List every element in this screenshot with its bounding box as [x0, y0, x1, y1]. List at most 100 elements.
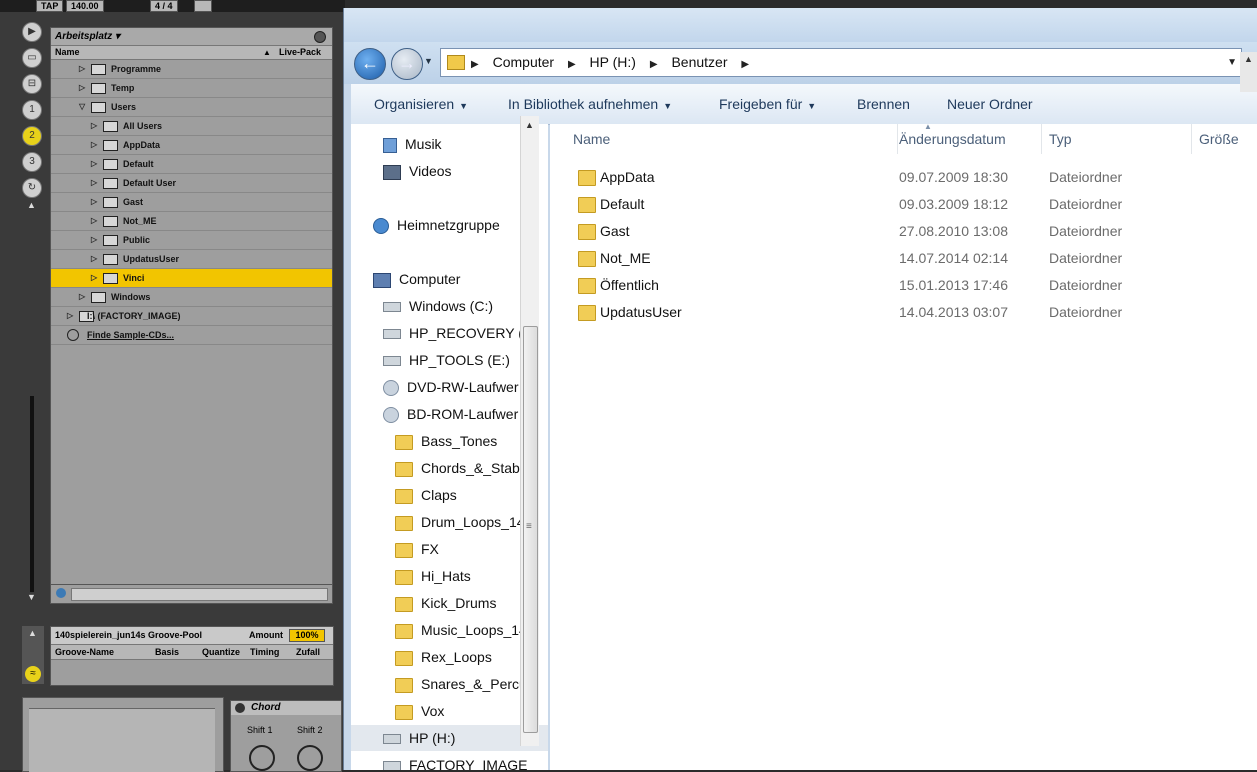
collapsed-triangle-icon[interactable]: ▷ — [91, 250, 97, 268]
browser-row[interactable]: ▷ All Users — [51, 117, 332, 136]
groove-col-timing[interactable]: Timing — [250, 645, 279, 659]
expand-icon[interactable]: ▲ — [28, 628, 37, 638]
back-button[interactable]: ← — [354, 48, 386, 80]
collapsed-triangle-icon[interactable]: ▷ — [79, 60, 85, 78]
browser-row[interactable]: ▽ Users — [51, 98, 332, 117]
address-dropdown-icon[interactable]: ▼ — [1227, 57, 1237, 68]
scroll-down-icon[interactable]: ▼ — [27, 592, 36, 602]
hot-swap-icon[interactable]: ↻ — [22, 178, 42, 198]
organize-button[interactable]: Organisieren ▼ — [374, 96, 468, 112]
browser-row[interactable]: ▷ Public — [51, 231, 332, 250]
nav-item[interactable]: Bass_Tones — [395, 428, 497, 454]
file-browser-2-icon[interactable]: 2 — [22, 126, 42, 146]
device-browser-icon[interactable]: ▭ — [22, 48, 42, 68]
nav-item[interactable]: Musik — [383, 131, 442, 157]
browser-row[interactable]: ▷ Default — [51, 155, 332, 174]
browser-options-icon[interactable] — [314, 31, 326, 43]
nav-item[interactable]: Music_Loops_14 — [395, 617, 527, 643]
time-signature-field[interactable]: 4 / 4 — [150, 0, 178, 12]
groove-col-quantize[interactable]: Quantize — [202, 645, 240, 659]
nav-item[interactable]: Claps — [395, 482, 457, 508]
collapsed-triangle-icon[interactable]: ▷ — [91, 231, 97, 249]
browser-scroll-thumb[interactable] — [30, 396, 34, 592]
metronome-toggle[interactable] — [194, 0, 212, 12]
browser-scrollbar[interactable]: ▲ ▼ — [27, 200, 37, 604]
nav-item[interactable]: Rex_Loops — [395, 644, 492, 670]
scroll-up-icon[interactable]: ▲ — [27, 200, 36, 210]
nav-item[interactable]: Chords_&_Stabs — [395, 455, 527, 481]
browser-row[interactable]: ▷ UpdatusUser — [51, 250, 332, 269]
new-folder-button[interactable]: Neuer Ordner — [947, 96, 1033, 112]
file-row[interactable]: Not_ME 14.07.2014 02:14 Dateiordner — [550, 245, 1257, 272]
breadcrumb-separator-icon[interactable]: ▶ — [650, 59, 658, 70]
shift2-knob[interactable] — [297, 745, 323, 771]
collapsed-triangle-icon[interactable]: ▷ — [67, 307, 73, 325]
nav-item[interactable]: Vox — [395, 698, 444, 724]
nav-item[interactable]: HP_RECOVERY (D — [383, 320, 533, 346]
expanded-triangle-icon[interactable]: ▽ — [79, 98, 85, 116]
device-power-icon[interactable] — [235, 703, 245, 713]
browser-row[interactable]: ▷ Gast — [51, 193, 332, 212]
file-row[interactable]: Default 09.03.2009 18:12 Dateiordner — [550, 191, 1257, 218]
browser-row[interactable]: ▷ Temp — [51, 79, 332, 98]
address-bar[interactable]: ▶ Computer ▶ HP (H:) ▶ Benutzer ▶ ▼ — [440, 48, 1242, 77]
breadcrumb-separator-icon[interactable]: ▶ — [471, 59, 479, 70]
tempo-field[interactable]: 140.00 — [66, 0, 104, 12]
nav-item[interactable]: HP (H:) — [351, 725, 548, 751]
nav-item[interactable]: Windows (C:) — [383, 293, 493, 319]
browser-row[interactable]: Finde Sample-CDs... — [51, 326, 332, 345]
groove-col-basis[interactable]: Basis — [155, 645, 179, 659]
nav-item[interactable]: Heimnetzgruppe — [373, 212, 500, 238]
navigation-scrollbar[interactable]: ▲ ≡ — [520, 116, 539, 746]
nav-item[interactable]: Hi_Hats — [395, 563, 471, 589]
forward-button[interactable]: → — [391, 48, 423, 80]
collapsed-triangle-icon[interactable]: ▷ — [91, 136, 97, 154]
breadcrumb-hp-drive[interactable]: HP (H:) — [590, 54, 636, 70]
nav-item[interactable]: Snares_&_Percus — [395, 671, 534, 697]
nav-item[interactable]: Kick_Drums — [395, 590, 496, 616]
browser-row[interactable]: ▷ Default User — [51, 174, 332, 193]
clip-view-area[interactable] — [29, 708, 215, 772]
collapsed-triangle-icon[interactable]: ▷ — [91, 117, 97, 135]
file-list-scrollbar[interactable]: ▲ — [1240, 52, 1257, 92]
nav-item[interactable]: DVD-RW-Laufwer — [383, 374, 519, 400]
amount-value[interactable]: 100% — [289, 629, 325, 642]
file-row[interactable]: Gast 27.08.2010 13:08 Dateiordner — [550, 218, 1257, 245]
play-triangle-icon[interactable]: ▶ — [22, 22, 42, 42]
nav-item[interactable]: FACTORY_IMAGE — [383, 752, 528, 770]
column-header-date[interactable]: Änderungsdatum — [891, 124, 1042, 154]
collapsed-triangle-icon[interactable]: ▷ — [79, 288, 85, 306]
column-name[interactable]: Name — [55, 46, 80, 59]
column-header-type[interactable]: Typ — [1041, 124, 1192, 154]
explorer-titlebar[interactable] — [344, 8, 1257, 42]
file-row[interactable]: UpdatusUser 14.04.2013 03:07 Dateiordner — [550, 299, 1257, 326]
file-row[interactable]: AppData 09.07.2009 18:30 Dateiordner — [550, 164, 1257, 191]
nav-item[interactable]: Computer — [373, 266, 460, 292]
nav-item[interactable]: HP_TOOLS (E:) — [383, 347, 510, 373]
nav-item[interactable]: Videos — [383, 158, 452, 184]
include-in-library-button[interactable]: In Bibliothek aufnehmen ▼ — [508, 96, 672, 112]
column-header-name[interactable]: Name — [565, 124, 898, 154]
breadcrumb-separator-icon[interactable]: ▶ — [741, 59, 749, 70]
breadcrumb-computer[interactable]: Computer — [493, 54, 554, 70]
file-browser-3-icon[interactable]: 3 — [22, 152, 42, 172]
collapsed-triangle-icon[interactable]: ▷ — [91, 269, 97, 287]
browser-row[interactable]: ▷ AppData — [51, 136, 332, 155]
browser-location-title[interactable]: Arbeitsplatz ▾ — [51, 28, 332, 46]
browser-search-input[interactable] — [71, 588, 328, 601]
groove-col-zufall[interactable]: Zufall — [296, 645, 320, 659]
breadcrumb-benutzer[interactable]: Benutzer — [671, 54, 727, 70]
share-with-button[interactable]: Freigeben für ▼ — [719, 96, 816, 112]
breadcrumb-separator-icon[interactable]: ▶ — [568, 59, 576, 70]
scroll-up-icon[interactable]: ▲ — [525, 120, 534, 130]
file-row[interactable]: Öffentlich 15.01.2013 17:46 Dateiordner — [550, 272, 1257, 299]
browser-row[interactable]: ▷ Vinci — [51, 269, 332, 288]
collapsed-triangle-icon[interactable]: ▷ — [91, 155, 97, 173]
groove-col-name[interactable]: Groove-Name — [55, 645, 114, 659]
collapsed-triangle-icon[interactable]: ▷ — [91, 193, 97, 211]
recent-pages-dropdown-icon[interactable]: ▼ — [424, 56, 433, 66]
file-browser-1-icon[interactable]: 1 — [22, 100, 42, 120]
help-icon[interactable] — [56, 588, 66, 598]
collapsed-triangle-icon[interactable]: ▷ — [91, 174, 97, 192]
column-livepack[interactable]: Live-Pack — [279, 46, 321, 59]
